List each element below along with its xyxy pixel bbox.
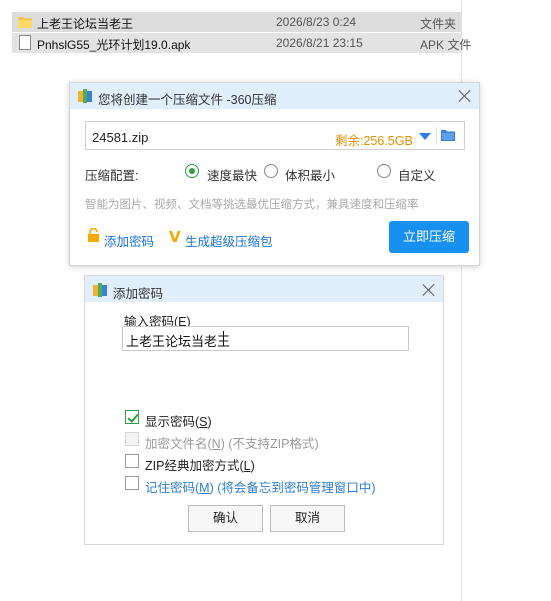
file-row[interactable]: PnhslG55_光环计划19.0.apk 2026/8/21 23:15 AP… xyxy=(12,33,471,53)
file-name: PnhslG55_光环计划19.0.apk xyxy=(37,38,191,52)
360zip-app-icon xyxy=(93,283,107,297)
radio-fastest[interactable] xyxy=(185,164,199,178)
archive-filename[interactable]: 24581.zip xyxy=(92,130,148,145)
radio-custom[interactable] xyxy=(377,164,391,178)
file-type: 文件夹 xyxy=(420,17,457,31)
free-space-label: 剩余:256.5GB xyxy=(335,134,413,148)
super-package-link[interactable]: 生成超级压缩包 xyxy=(185,231,273,250)
zip-classic-label[interactable]: ZIP经典加密方式(L) xyxy=(145,455,255,474)
compress-config-label: 压缩配置: xyxy=(85,169,139,183)
option-smallest-label[interactable]: 体积最小 xyxy=(285,165,335,184)
vip-v-icon: V xyxy=(169,228,181,246)
compress-dialog: 您将创建一个压缩文件 -360压缩 24581.zip 剩余:256.5GB 压… xyxy=(69,82,480,266)
divider xyxy=(436,127,437,145)
apk-file-icon xyxy=(19,35,31,50)
file-date: 2026/8/23 0:24 xyxy=(276,15,357,29)
dialog-titlebar[interactable]: 添加密码 xyxy=(85,276,443,302)
360zip-app-icon xyxy=(78,89,92,103)
zip-classic-checkbox[interactable] xyxy=(125,454,139,468)
remember-password-checkbox[interactable] xyxy=(125,476,139,490)
add-password-link[interactable]: 添加密码 xyxy=(104,231,154,250)
archive-path-field[interactable]: 24581.zip 剩余:256.5GB xyxy=(85,121,465,150)
file-date: 2026/8/21 23:15 xyxy=(276,36,363,50)
radio-smallest[interactable] xyxy=(264,164,278,178)
compress-now-button[interactable]: 立即压缩 xyxy=(389,221,469,253)
lock-icon[interactable] xyxy=(87,228,100,242)
close-icon[interactable] xyxy=(422,283,436,297)
encrypt-filenames-checkbox[interactable] xyxy=(125,432,139,446)
password-input[interactable]: 上老王论坛当老王 xyxy=(122,326,409,351)
option-fastest-label[interactable]: 速度最快 xyxy=(207,165,257,184)
compress-hint: 智能为图片、视频、文档等挑选最优压缩方式，兼具速度和压缩率 xyxy=(85,199,419,211)
password-value[interactable]: 上老王论坛当老王 xyxy=(126,331,230,350)
option-custom-label[interactable]: 自定义 xyxy=(398,165,436,184)
chevron-down-icon[interactable] xyxy=(419,133,431,140)
encrypt-filenames-label: 加密文件名(N) (不支持ZIP格式) xyxy=(145,437,319,451)
folder-icon xyxy=(18,17,32,28)
cancel-button[interactable]: 取消 xyxy=(270,505,345,532)
dialog-title: 您将创建一个压缩文件 -360压缩 xyxy=(98,93,277,107)
browse-folder-icon[interactable] xyxy=(441,129,455,141)
dialog-titlebar[interactable]: 您将创建一个压缩文件 -360压缩 xyxy=(70,83,479,109)
show-password-checkbox[interactable] xyxy=(125,410,139,424)
add-password-dialog: 添加密码 输入密码(E) 上老王论坛当老王 显示密码(S) 加密文件名(N) (… xyxy=(84,275,444,545)
show-password-label[interactable]: 显示密码(S) xyxy=(145,411,212,430)
file-type: APK 文件 xyxy=(420,38,472,52)
close-icon[interactable] xyxy=(458,89,472,103)
confirm-button[interactable]: 确认 xyxy=(188,505,263,532)
file-row[interactable]: 上老王论坛当老王 2026/8/23 0:24 文件夹 xyxy=(12,12,461,32)
text-caret xyxy=(223,331,224,346)
dialog-title: 添加密码 xyxy=(113,287,164,301)
file-name: 上老王论坛当老王 xyxy=(37,17,134,31)
remember-password-label[interactable]: 记住密码(M) (将会备忘到密码管理窗口中) xyxy=(145,477,376,496)
